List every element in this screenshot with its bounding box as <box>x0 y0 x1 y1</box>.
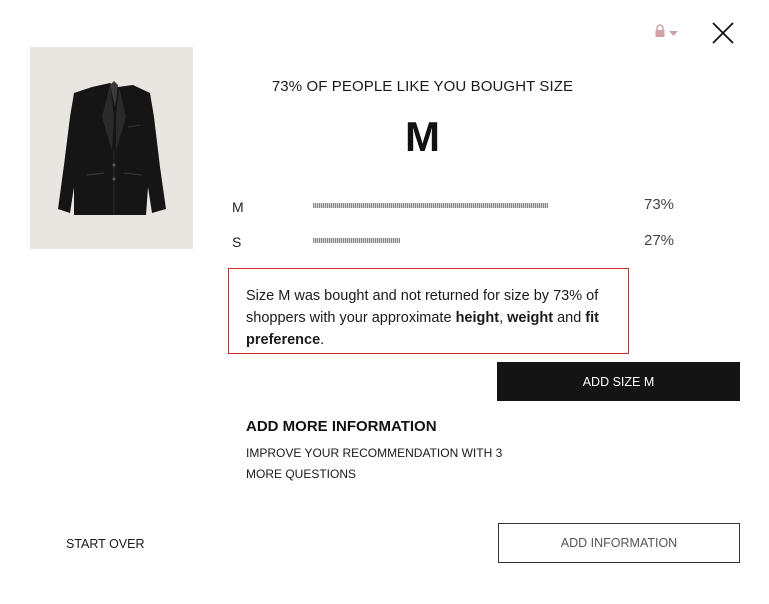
size-percent-m: 73% <box>644 196 675 213</box>
size-label-s: S <box>232 234 242 250</box>
explanation-height: height <box>455 310 500 326</box>
recommendation-explanation: Size M was bought and not returned for s… <box>246 285 626 351</box>
add-size-button[interactable]: ADD SIZE M <box>497 362 740 401</box>
lock-dropdown[interactable] <box>654 23 688 43</box>
lock-icon <box>654 23 666 43</box>
more-info-description: IMPROVE YOUR RECOMMENDATION WITH 3 MORE … <box>246 443 516 485</box>
size-bar-m <box>313 202 635 208</box>
close-button[interactable] <box>708 18 738 48</box>
add-information-button[interactable]: ADD INFORMATION <box>498 523 740 563</box>
recommendation-headline: 73% OF PEOPLE LIKE YOU BOUGHT SIZE <box>271 78 574 95</box>
more-info-line-2: MORE QUESTIONS <box>246 467 357 481</box>
close-icon <box>712 22 734 44</box>
recommended-size: M <box>405 113 440 160</box>
explanation-separator: and <box>553 310 586 326</box>
size-bar-fill-m <box>313 203 549 208</box>
size-percent-s: 27% <box>644 232 675 249</box>
size-label-m: M <box>232 199 244 215</box>
size-bar-s <box>313 237 635 243</box>
blazer-illustration <box>58 81 166 215</box>
product-image <box>30 47 193 249</box>
explanation-weight: weight <box>507 310 554 326</box>
explanation-end: . <box>320 332 325 348</box>
size-bar-fill-s <box>313 238 400 243</box>
more-info-title: ADD MORE INFORMATION <box>246 418 437 435</box>
caret-down-icon <box>669 24 678 42</box>
start-over-link[interactable]: START OVER <box>66 537 145 551</box>
explanation-separator: , <box>499 310 508 326</box>
more-info-line-1: IMPROVE YOUR RECOMMENDATION WITH 3 <box>246 446 503 460</box>
